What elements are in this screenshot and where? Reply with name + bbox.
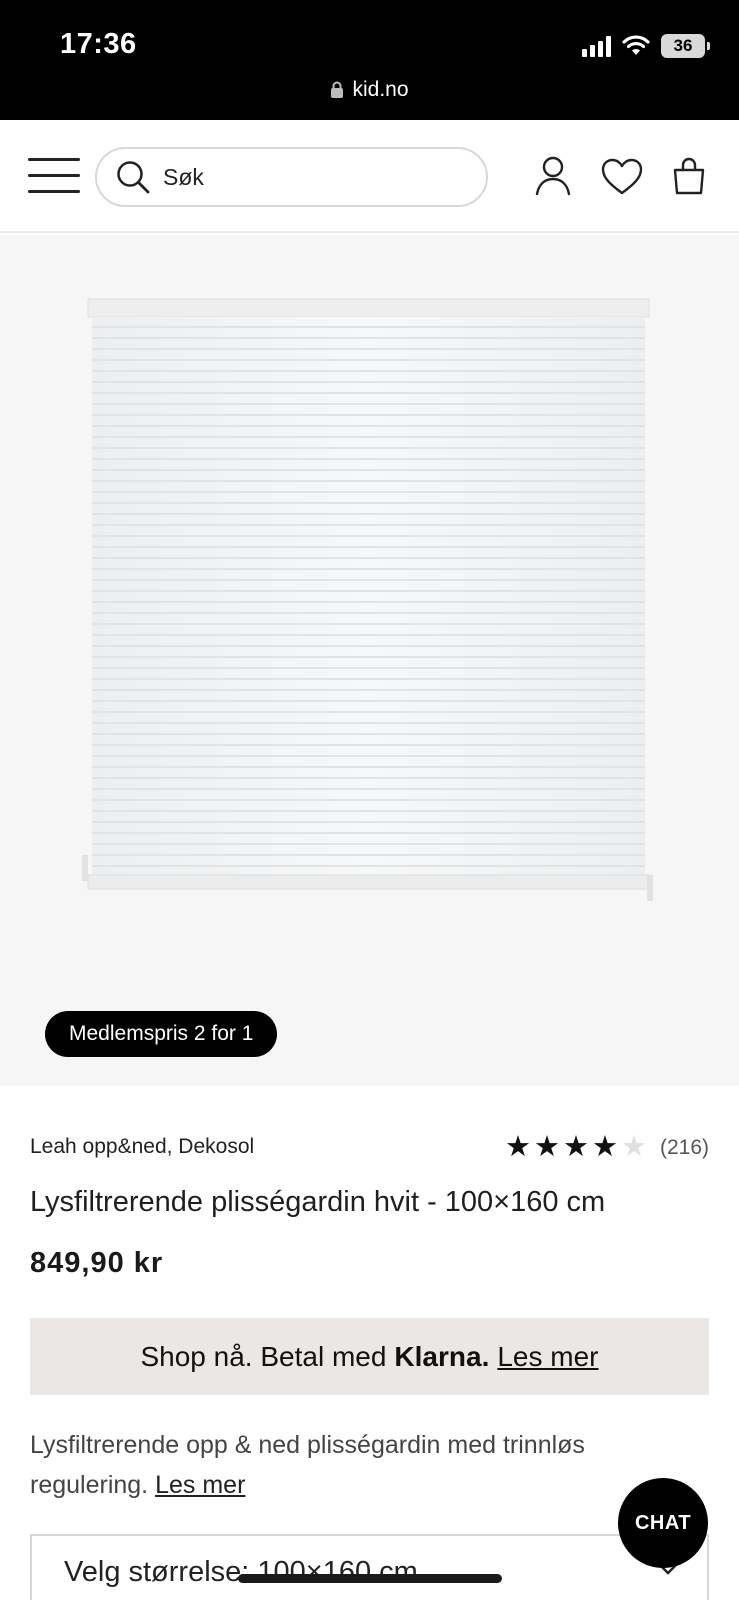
chat-button[interactable]: CHAT: [618, 1478, 708, 1568]
search-icon: [117, 161, 150, 194]
size-select-label: Velg størrelse: 100×160 cm: [64, 1556, 418, 1588]
star-empty-icon: ★: [620, 1131, 647, 1163]
star-filled-icon: ★: [562, 1131, 589, 1163]
description-text: Lysfiltrerende opp & ned plisségardin me…: [30, 1431, 585, 1499]
battery-level: 36: [673, 36, 693, 55]
star-filled-icon: ★: [504, 1131, 531, 1163]
product-rating[interactable]: ★ ★ ★ ★ ★ (216): [505, 1133, 709, 1162]
rating-count: (216): [659, 1135, 709, 1159]
cellular-signal-icon: [582, 35, 611, 57]
klarna-banner: Shop nå. Betal med Klarna. Les mer: [30, 1318, 709, 1395]
menu-icon[interactable]: [28, 158, 80, 194]
url-text: kid.no: [352, 78, 409, 101]
rating-stars: ★ ★ ★ ★ ★: [505, 1133, 647, 1162]
wifi-icon: [622, 35, 650, 55]
description-read-more-link[interactable]: Les mer: [155, 1471, 245, 1499]
search-placeholder: Søk: [163, 163, 204, 190]
heart-icon[interactable]: [601, 158, 643, 196]
site-header: Søk: [0, 120, 739, 233]
battery-icon: 36: [661, 34, 710, 58]
klarna-logo: Klarna.: [394, 1340, 490, 1372]
klarna-text: Shop nå. Betal med: [140, 1340, 387, 1372]
home-indicator[interactable]: [238, 1574, 502, 1583]
status-bar: 17:36 36 kid.no: [0, 0, 739, 120]
size-select[interactable]: Velg størrelse: 100×160 cm: [30, 1534, 709, 1600]
search-input[interactable]: Søk: [95, 147, 488, 207]
star-filled-icon: ★: [533, 1131, 560, 1163]
product-title: Lysfiltrerende plisségardin hvit - 100×1…: [30, 1186, 606, 1218]
member-price-badge: Medlemspris 2 for 1: [45, 1011, 278, 1057]
klarna-read-more-link[interactable]: Les mer: [497, 1341, 598, 1373]
shopping-bag-icon[interactable]: [672, 156, 706, 196]
status-time: 17:36: [60, 28, 137, 60]
status-icons: 36: [582, 34, 710, 58]
lock-icon: [331, 81, 344, 98]
pleated-blind-image: [82, 298, 653, 901]
product-description: Lysfiltrerende opp & ned plisségardin me…: [30, 1425, 670, 1505]
address-bar[interactable]: kid.no: [0, 78, 739, 102]
account-icon[interactable]: [535, 156, 571, 196]
product-price: 849,90 kr: [30, 1247, 164, 1279]
star-filled-icon: ★: [591, 1131, 618, 1163]
product-image[interactable]: Medlemspris 2 for 1: [0, 235, 739, 1086]
